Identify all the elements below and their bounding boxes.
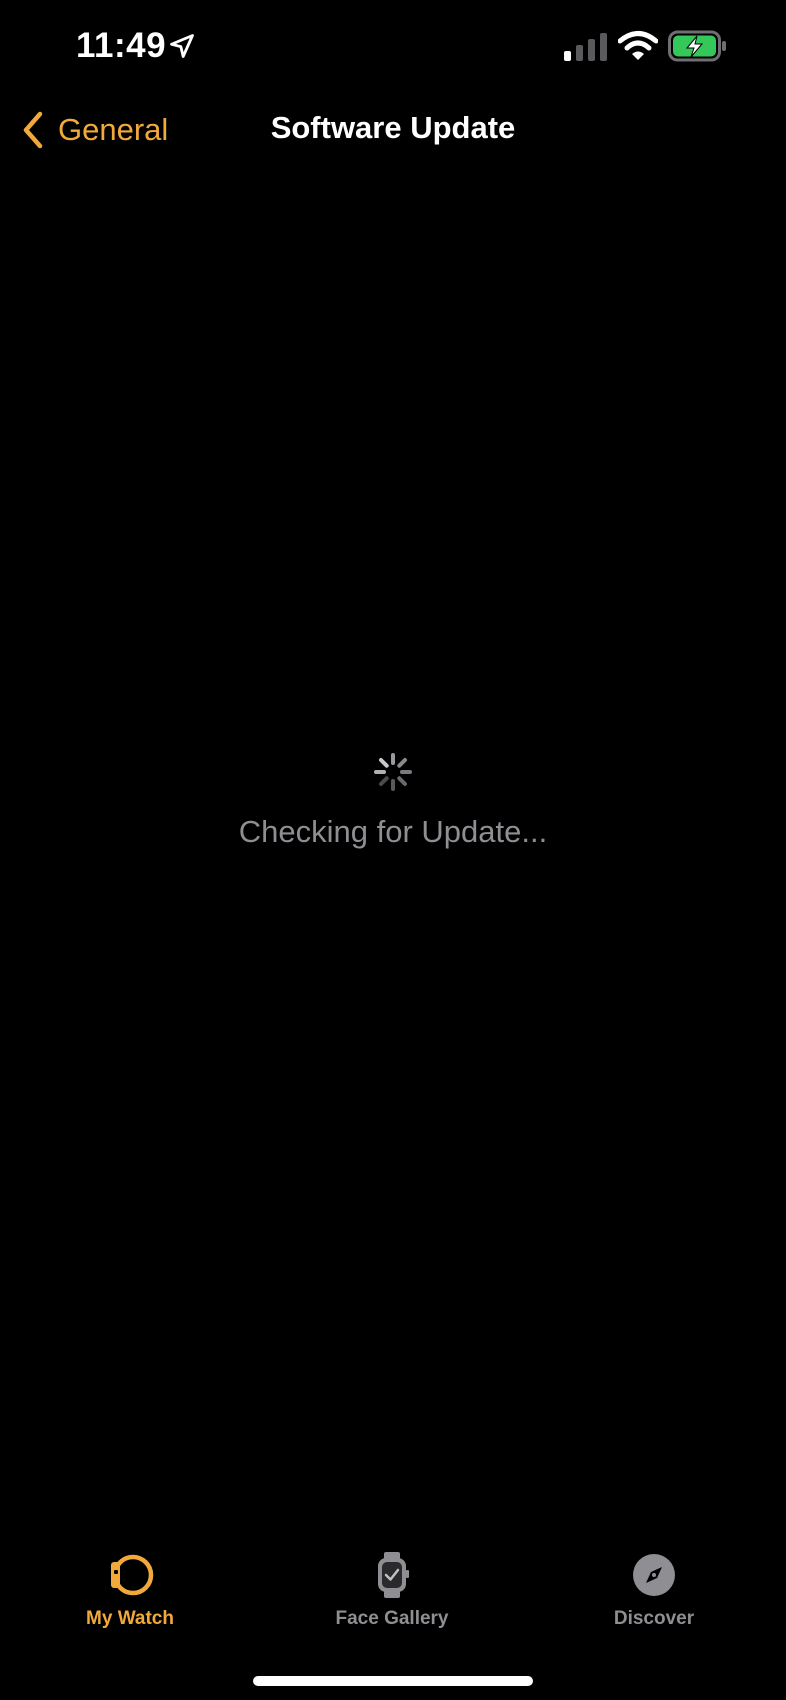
tab-bar: My Watch Face Gallery Discover: [0, 1550, 786, 1650]
watch-side-icon: [111, 1554, 154, 1596]
tab-my-watch-label: My Watch: [86, 1608, 174, 1629]
battery-charging-icon: [668, 30, 726, 62]
tab-my-watch[interactable]: My Watch: [30, 1550, 230, 1630]
tab-face-gallery[interactable]: Face Gallery: [292, 1550, 492, 1630]
status-bar: 11:49: [0, 0, 786, 100]
watch-face-icon: [378, 1552, 409, 1598]
tab-discover[interactable]: Discover: [554, 1550, 754, 1630]
navigation-bar: General Software Update: [0, 100, 786, 160]
loading-text: Checking for Update...: [238, 814, 548, 849]
tab-face-gallery-label: Face Gallery: [335, 1608, 449, 1629]
tab-discover-label: Discover: [613, 1608, 695, 1629]
location-arrow-icon: [170, 34, 194, 58]
page-title: Software Update: [270, 110, 516, 145]
compass-icon: [633, 1554, 675, 1596]
spinner-icon: [374, 753, 412, 791]
home-indicator[interactable]: [253, 1676, 533, 1686]
status-time: 11:49: [76, 26, 167, 65]
wifi-icon: [618, 31, 658, 60]
loading-indicator: Checking for Update...: [0, 752, 786, 850]
cellular-signal-icon: [564, 33, 607, 61]
